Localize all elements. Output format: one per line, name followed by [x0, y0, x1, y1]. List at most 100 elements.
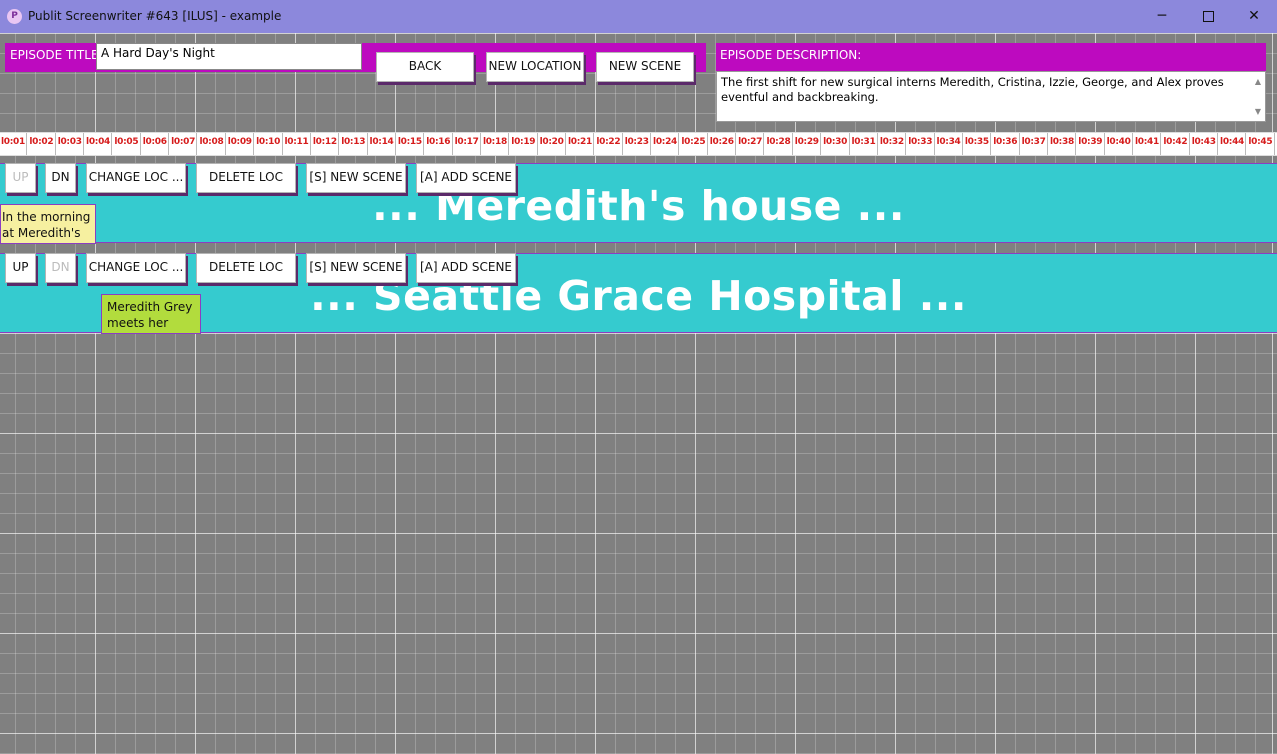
- timeline-tick-line: [1160, 133, 1162, 155]
- timeline-tick-label: l0:17: [454, 137, 479, 147]
- move-down-button[interactable]: DN: [45, 163, 76, 193]
- timeline-tick-line: [224, 133, 226, 155]
- timeline-tick-line: [1132, 133, 1133, 155]
- change-location-button[interactable]: CHANGE LOC ...: [86, 163, 186, 193]
- scene-card[interactable]: In the morning at Meredith's: [0, 204, 96, 244]
- timeline-tick-label: l0:23: [624, 137, 649, 147]
- timeline-tick-label: l0:14: [369, 137, 394, 147]
- timeline-tick-label: l0:18: [482, 137, 507, 147]
- delete-location-button[interactable]: DELETE LOC: [196, 163, 296, 193]
- timeline-tick-label: l0:27: [738, 137, 763, 147]
- timeline-tick-line: [678, 133, 680, 155]
- timeline-tick-label: l0:29: [794, 137, 819, 147]
- timeline-tick-label: l0:43: [1191, 137, 1216, 147]
- timeline-tick-line: [139, 133, 141, 155]
- timeline-tick-line: [54, 133, 56, 155]
- minimize-button[interactable]: ─: [1139, 0, 1185, 33]
- timeline-tick-line: [83, 133, 85, 155]
- new-scene-row-button[interactable]: [S] NEW SCENE: [306, 163, 406, 193]
- timeline-tick-label: l0:39: [1078, 137, 1103, 147]
- location-row: ... Seattle Grace Hospital ... UP DN CHA…: [0, 253, 1277, 334]
- timeline-tick-label: l0:01: [1, 137, 25, 147]
- timeline-tick-label: l0:31: [851, 137, 876, 147]
- timeline-tick-line: [593, 133, 595, 155]
- scroll-up-icon[interactable]: ▲: [1255, 74, 1261, 89]
- timeline-tick-label: l0:38: [1049, 137, 1074, 147]
- episode-description-label: EPISODE DESCRIPTION:: [720, 48, 862, 62]
- timeline-tick-label: l0:11: [284, 137, 309, 147]
- timeline-tick-line: [1245, 133, 1247, 155]
- timeline-tick-line: [763, 133, 765, 155]
- timeline-tick-label: l0:09: [227, 137, 252, 147]
- episode-title-label: EPISODE TITLE:: [10, 48, 103, 62]
- timeline-tick-label: l0:05: [114, 137, 139, 147]
- timeline-tick-line: [309, 133, 311, 155]
- delete-location-button[interactable]: DELETE LOC: [196, 253, 296, 283]
- timeline-tick-line: [905, 133, 907, 155]
- timeline-tick-line: [621, 133, 623, 155]
- timeline-tick-label: l0:25: [681, 137, 706, 147]
- maximize-icon: [1202, 10, 1214, 22]
- timeline-tick-label: l0:28: [766, 137, 791, 147]
- timeline-tick-line: [281, 133, 283, 155]
- new-location-button[interactable]: NEW LOCATION: [486, 52, 584, 82]
- maximize-button[interactable]: [1185, 0, 1231, 33]
- timeline-tick-label: l0:03: [57, 137, 82, 147]
- location-title: ... Meredith's house ...: [372, 182, 905, 230]
- timeline-tick-line: [423, 133, 425, 155]
- timeline-tick-line: [253, 133, 255, 155]
- episode-description-textarea[interactable]: The first shift for new surgical interns…: [716, 71, 1266, 122]
- timeline-tick-label: l0:33: [908, 137, 933, 147]
- timeline-tick-line: [820, 133, 822, 155]
- timeline-tick-line: [196, 133, 198, 155]
- timeline-tick-label: l0:13: [341, 137, 366, 147]
- timeline-tick-line: [961, 133, 963, 155]
- timeline-tick-line: [479, 133, 481, 155]
- location-row: ... Meredith's house ... UP DN CHANGE LO…: [0, 163, 1277, 244]
- timeline-tick-line: [111, 133, 113, 155]
- timeline-tick-label: l0:19: [511, 137, 536, 147]
- move-up-button[interactable]: UP: [5, 253, 36, 283]
- timeline-tick-label: l0:34: [936, 137, 961, 147]
- app-icon: P: [7, 9, 22, 24]
- timeline-tick-line: [791, 133, 793, 155]
- timeline-tick-line: [394, 133, 396, 155]
- timeline-tick-label: l0:44: [1220, 137, 1245, 147]
- add-scene-button[interactable]: [A] ADD SCENE: [416, 163, 516, 193]
- timeline-tick-label: l0:06: [142, 137, 167, 147]
- timeline-tick-line: [1273, 133, 1275, 155]
- scroll-down-icon[interactable]: ▼: [1255, 104, 1261, 119]
- timeline-tick-label: l0:40: [1106, 137, 1131, 147]
- add-scene-button[interactable]: [A] ADD SCENE: [416, 253, 516, 283]
- episode-description-text: The first shift for new surgical interns…: [721, 75, 1224, 104]
- timeline-tick-line: [848, 133, 850, 155]
- episode-title-input[interactable]: A Hard Day's Night: [96, 43, 362, 70]
- timeline-tick-label: l0:20: [539, 137, 564, 147]
- timeline-tick-line: [26, 133, 28, 155]
- timeline-tick-label: l0:41: [1135, 137, 1159, 147]
- new-scene-row-button[interactable]: [S] NEW SCENE: [306, 253, 406, 283]
- timeline-ruler: l0:01 l0:02 l0:03 l0:04 l0:05 l0:06 l0:07 l0:08…: [0, 132, 1277, 156]
- timeline-tick-line: [508, 133, 510, 155]
- scene-card[interactable]: Meredith Grey meets her: [101, 294, 201, 334]
- close-icon: ✕: [1248, 8, 1260, 24]
- timeline-tick-line: [990, 133, 992, 155]
- close-button[interactable]: ✕: [1231, 0, 1277, 33]
- change-location-button[interactable]: CHANGE LOC ...: [86, 253, 186, 283]
- timeline-tick-line: [735, 133, 737, 155]
- timeline-tick-line: [706, 133, 708, 155]
- timeline-tick-label: l0:22: [596, 137, 621, 147]
- timeline-tick-line: [876, 133, 878, 155]
- timeline-tick-line: [650, 133, 652, 155]
- minimize-icon: ─: [1157, 8, 1167, 24]
- timeline-tick-line: [1217, 133, 1219, 155]
- new-scene-button[interactable]: NEW SCENE: [596, 52, 694, 82]
- timeline-tick-line: [1188, 133, 1190, 155]
- timeline-tick-label: l0:45: [1248, 137, 1273, 147]
- window-title: Publit Screenwriter #643 [ILUS] - exampl…: [28, 9, 282, 23]
- timeline-tick-label: l0:24: [653, 137, 678, 147]
- timeline-tick-line: [1018, 133, 1020, 155]
- timeline-tick-label: l0:30: [823, 137, 848, 147]
- timeline-tick-line: [1103, 133, 1105, 155]
- back-button[interactable]: BACK: [376, 52, 474, 82]
